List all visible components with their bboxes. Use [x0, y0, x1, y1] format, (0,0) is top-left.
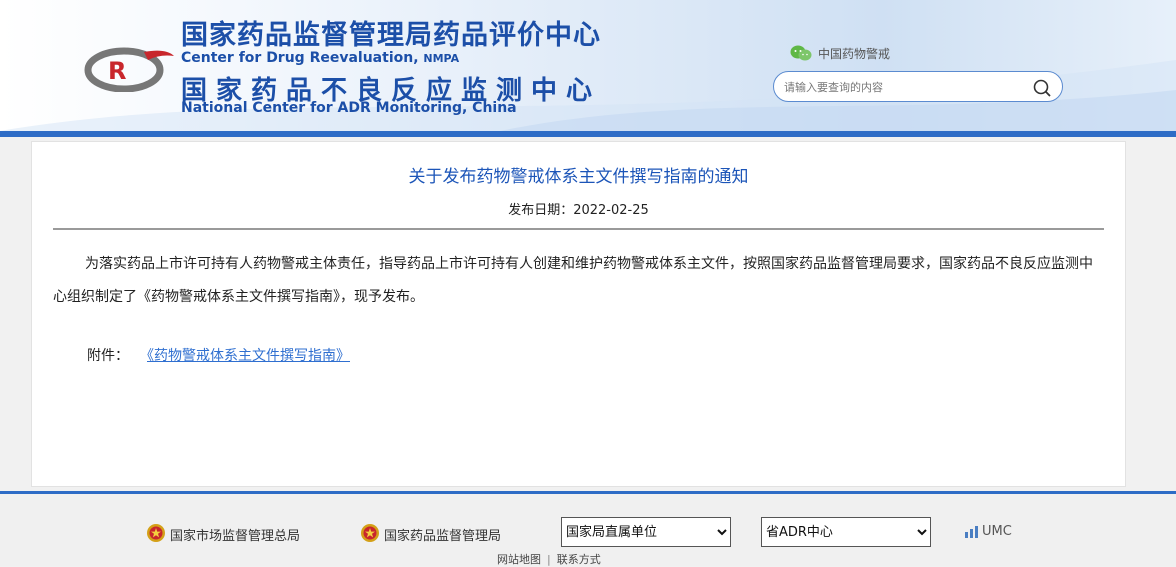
umc-link[interactable]: UMC	[964, 524, 1012, 539]
search-box	[773, 71, 1063, 102]
footer-separator: |	[547, 553, 551, 566]
provincial-adr-select[interactable]: 省ADR中心	[761, 517, 931, 547]
footer-link-nmpa-label: 国家药品监督管理局	[384, 528, 502, 544]
search-input[interactable]	[784, 78, 1014, 96]
site-title-en-sub: National Center for ADR Monitoring, Chin…	[181, 100, 517, 116]
header-divider-bar	[0, 131, 1176, 137]
article-body: 为落实药品上市许可持有人药物警戒主体责任，指导药品上市许可持有人创建和维护药物警…	[53, 256, 1093, 305]
site-title-cn-main: 国家药品监督管理局药品评价中心	[181, 20, 601, 51]
contact-link[interactable]: 联系方式	[557, 553, 601, 566]
svg-text:R: R	[108, 57, 126, 85]
article-divider	[53, 228, 1104, 230]
site-header: R 国家药品监督管理局药品评价中心 Center for Drug Reeval…	[0, 0, 1176, 131]
article-panel: 关于发布药物警戒体系主文件撰写指南的通知 发布日期：2022-02-25 为落实…	[31, 141, 1126, 487]
wechat-link[interactable]: 中国药物警戒	[790, 44, 890, 62]
cdr-logo-icon: R	[84, 47, 174, 92]
footer-link-nmpa[interactable]: 国家药品监督管理局	[360, 523, 501, 545]
footer-bottom-links: 网站地图 | 联系方式	[497, 551, 601, 567]
attachment-row: 附件： 《药物警戒体系主文件撰写指南》	[87, 345, 350, 365]
wechat-icon	[790, 45, 812, 61]
search-icon[interactable]	[1032, 78, 1052, 98]
footer-link-samr[interactable]: 国家市场监督管理总局	[146, 523, 300, 545]
attachment-link[interactable]: 《药物警戒体系主文件撰写指南》	[147, 348, 350, 364]
affiliated-units-select[interactable]: 国家局直属单位	[561, 517, 731, 547]
site-title-en-main: Center for Drug Reevaluation, NMPA	[181, 50, 460, 66]
national-emblem-icon	[361, 524, 379, 542]
footer-top-bar	[0, 491, 1176, 494]
site-footer: 国家市场监督管理总局 国家药品监督管理局 国家局直属单位 省ADR中心 UMC …	[0, 491, 1176, 566]
footer-link-samr-label: 国家市场监督管理总局	[170, 528, 301, 544]
national-emblem-icon	[147, 524, 165, 542]
article-title: 关于发布药物警戒体系主文件撰写指南的通知	[408, 167, 749, 187]
sitemap-link[interactable]: 网站地图	[497, 553, 541, 566]
article-date: 发布日期：2022-02-25	[508, 203, 649, 218]
umc-label: UMC	[982, 524, 1012, 539]
wechat-label: 中国药物警戒	[818, 46, 891, 61]
umc-logo-icon	[965, 525, 978, 538]
attachment-label: 附件：	[87, 348, 129, 364]
